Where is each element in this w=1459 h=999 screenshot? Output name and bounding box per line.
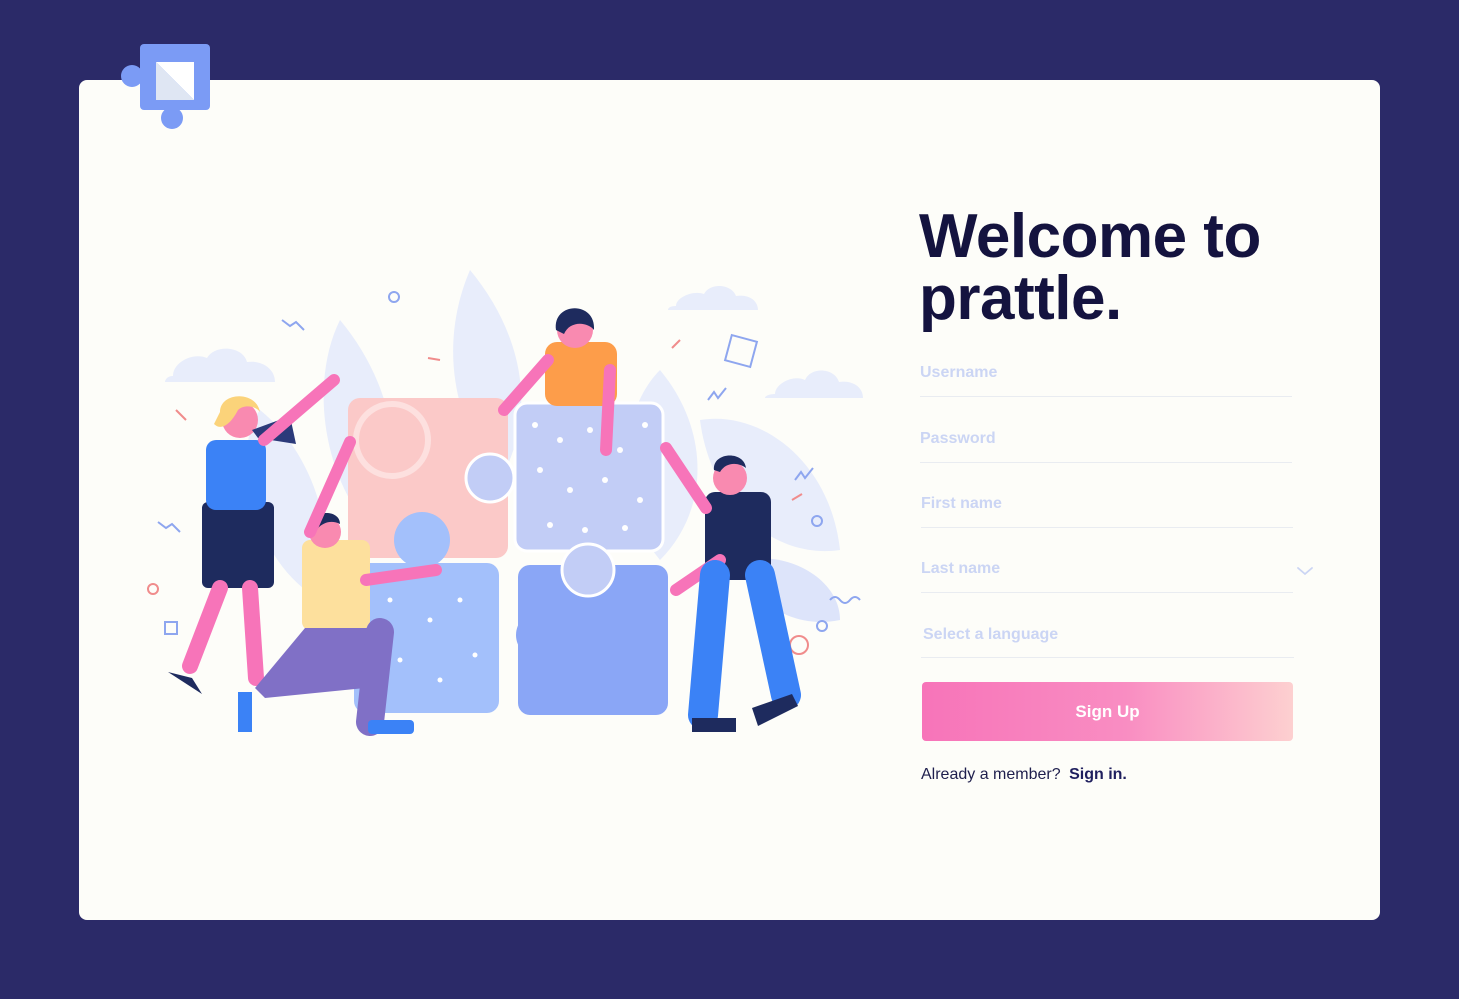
team-puzzle-illustration — [147, 270, 863, 736]
password-input[interactable] — [920, 418, 1292, 460]
welcome-heading-line2: prattle. — [919, 264, 1122, 333]
first-name-input[interactable] — [921, 483, 1293, 525]
username-field — [920, 352, 1292, 397]
last-name-input[interactable] — [921, 548, 1293, 590]
chevron-down-icon[interactable] — [1296, 566, 1314, 576]
welcome-heading-line1: Welcome to — [919, 202, 1261, 271]
password-field — [920, 418, 1292, 463]
username-input[interactable] — [920, 352, 1292, 394]
already-member-text: Already a member? Sign in. — [921, 766, 1127, 784]
sign-in-link[interactable]: Sign in. — [1069, 766, 1127, 783]
language-select[interactable]: Select a language — [921, 613, 1294, 658]
welcome-heading: Welcome to prattle. — [919, 206, 1339, 330]
last-name-field — [921, 548, 1293, 593]
already-member-prompt: Already a member? — [921, 766, 1061, 783]
puzzle-logo-icon — [121, 44, 210, 129]
language-select-placeholder: Select a language — [923, 626, 1059, 643]
first-name-field — [921, 483, 1293, 528]
sign-up-button[interactable]: Sign Up — [922, 682, 1293, 741]
